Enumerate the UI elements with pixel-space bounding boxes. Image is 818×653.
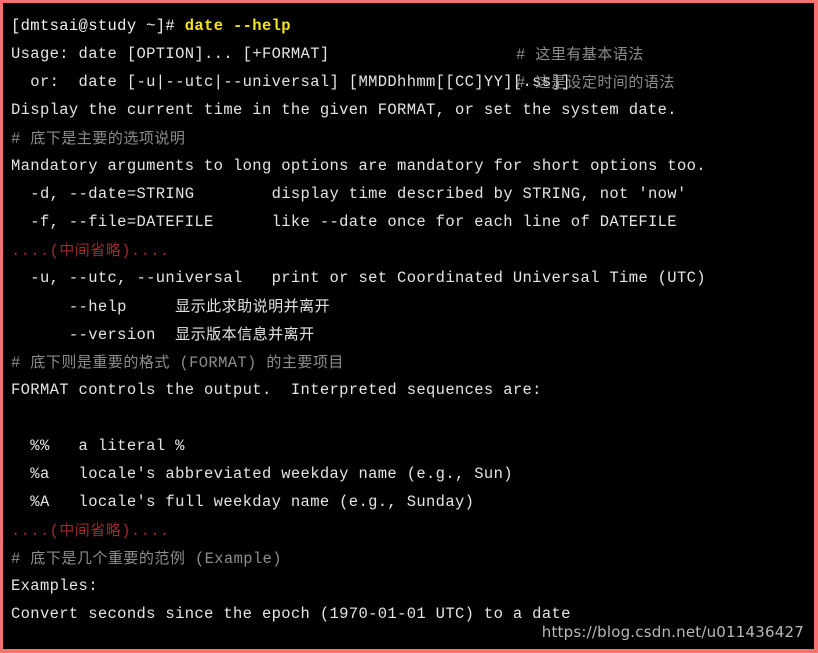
terminal-output-area[interactable]: [dmtsai@study ~]# date --help Usage: dat… [3, 3, 814, 649]
entered-command: date --help [184, 17, 291, 35]
output-line: -f, --file=DATEFILE like --date once for… [11, 213, 677, 231]
prompt-line: [dmtsai@study ~]# date --help [11, 12, 814, 40]
output-line: Mandatory arguments to long options are … [11, 157, 706, 175]
output-line: Examples: [11, 577, 98, 595]
output-line: # 底下则是重要的格式 (FORMAT) 的主要项目 [11, 353, 344, 372]
inline-annotation: # 这是设定时间的语法 [516, 73, 675, 92]
output-line: # 底下是主要的选项说明 [11, 129, 186, 148]
output-line: Usage: date [OPTION]... [+FORMAT] # 这里有基本… [11, 40, 814, 68]
output-line: -u, --utc, --universal print or set Coor… [11, 269, 706, 287]
inline-annotation: # 这里有基本语法 [516, 45, 644, 64]
output-line: --version 显示版本信息并离开 [11, 325, 315, 344]
output-line: %A locale's full weekday name (e.g., Sun… [11, 493, 475, 511]
output-line: %a locale's abbreviated weekday name (e.… [11, 465, 513, 483]
output-line: Display the current time in the given FO… [11, 101, 677, 119]
output-line: FORMAT controls the output. Interpreted … [11, 381, 542, 399]
output-line: or: date [-u|--utc|--universal] [MMDDhhm… [11, 68, 814, 96]
output-line: ....(中间省略).... [11, 521, 170, 540]
output-line: %% a literal % [11, 437, 185, 455]
command-output: Usage: date [OPTION]... [+FORMAT] # 这里有基本… [11, 40, 814, 628]
output-line: --help 显示此求助说明并离开 [11, 297, 331, 316]
watermark-text: https://blog.csdn.net/u011436427 [541, 623, 804, 641]
terminal-window[interactable]: [dmtsai@study ~]# date --help Usage: dat… [0, 0, 818, 653]
output-line: # 底下是几个重要的范例 (Example) [11, 549, 282, 568]
output-line: ....(中间省略).... [11, 241, 170, 260]
shell-prompt: [dmtsai@study ~]# [11, 17, 185, 35]
output-line: -d, --date=STRING display time described… [11, 185, 687, 203]
